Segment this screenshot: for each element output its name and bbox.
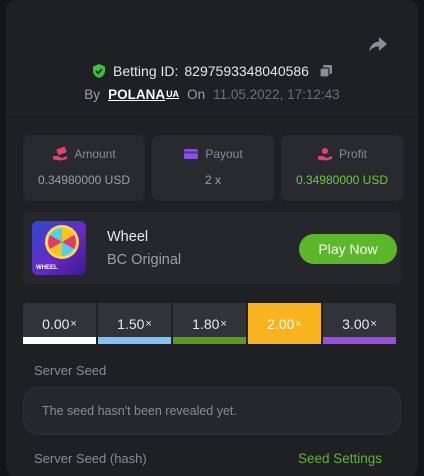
stat-payout-label: Payout: [205, 147, 243, 161]
betting-id-row: Betting ID: 8297593348040586: [6, 60, 418, 82]
multiplier-tile-4[interactable]: 3.00 ×: [323, 303, 396, 344]
on-label: On: [187, 86, 206, 102]
stats-row: Amount 0.34980000 USD Payout 2 x Profit: [23, 135, 403, 201]
server-seed-hash-label: Server Seed (hash): [34, 451, 147, 466]
stat-payout: Payout 2 x: [152, 135, 274, 201]
multiplier-color-bar: [173, 337, 246, 344]
multiplier-color-bar: [248, 337, 321, 344]
divider: [6, 116, 418, 117]
stat-profit: Profit 0.34980000 USD: [281, 135, 403, 201]
wallet-card-icon: [184, 149, 199, 159]
stat-amount-value: 0.34980000 USD: [37, 173, 131, 187]
stat-profit-value: 0.34980000 USD: [295, 173, 389, 187]
multiplier-color-bar: [323, 337, 396, 344]
seed-settings-link[interactable]: Seed Settings: [298, 451, 382, 466]
username-link[interactable]: POLANA: [108, 87, 165, 102]
game-name: Wheel: [107, 229, 149, 245]
multiplier-color-bar: [23, 337, 96, 344]
wheel-graphic: [45, 225, 79, 259]
game-card: WHEEL Wheel BC Original Play Now: [23, 212, 401, 284]
multiplier-tile-0[interactable]: 0.00 ×: [23, 303, 96, 344]
profit-hand-icon: [317, 148, 332, 161]
multiplier-color-bar: [98, 337, 171, 344]
bettor-row: By POLANA UA On 11.05.2022, 17:12:43: [6, 84, 418, 104]
multiplier-tile-3-active[interactable]: 2.00 ×: [248, 303, 321, 344]
game-thumbnail[interactable]: WHEEL: [32, 221, 86, 275]
copy-icon[interactable]: [319, 64, 333, 78]
stat-amount-label: Amount: [74, 147, 116, 161]
verified-shield-icon: [93, 64, 106, 78]
multiplier-value: 2.00: [267, 315, 295, 332]
bet-detail-panel: Betting ID: 8297593348040586 By POLANA U…: [6, 0, 418, 476]
bet-datetime: 11.05.2022, 17:12:43: [213, 86, 340, 102]
betting-id-value: 8297593348040586: [184, 63, 309, 79]
thumb-label: WHEEL: [36, 265, 58, 271]
server-seed-value: The seed hasn't been revealed yet.: [42, 404, 237, 418]
multiplier-value: 0.00: [42, 315, 70, 332]
server-seed-label: Server Seed: [34, 363, 107, 378]
multiplier-value: 1.80: [192, 315, 220, 332]
share-icon[interactable]: [368, 34, 388, 54]
game-provider: BC Original: [107, 252, 182, 268]
multiplier-tile-1[interactable]: 1.50 ×: [98, 303, 171, 344]
multiplier-value: 3.00: [342, 315, 370, 332]
betting-id-label: Betting ID:: [113, 63, 179, 79]
multiplier-row: 0.00 × 1.50 × 1.80 × 2.00 × 3.00 ×: [23, 303, 396, 344]
stat-profit-label: Profit: [338, 147, 367, 161]
money-hand-icon: [53, 147, 68, 161]
stat-payout-value: 2 x: [204, 173, 221, 187]
by-label: By: [84, 86, 101, 102]
play-now-button[interactable]: Play Now: [299, 234, 397, 264]
username-suffix[interactable]: UA: [166, 89, 179, 99]
server-seed-field[interactable]: The seed hasn't been revealed yet.: [23, 387, 401, 435]
stat-amount: Amount 0.34980000 USD: [23, 135, 145, 201]
multiplier-value: 1.50: [117, 315, 145, 332]
multiplier-tile-2[interactable]: 1.80 ×: [173, 303, 246, 344]
